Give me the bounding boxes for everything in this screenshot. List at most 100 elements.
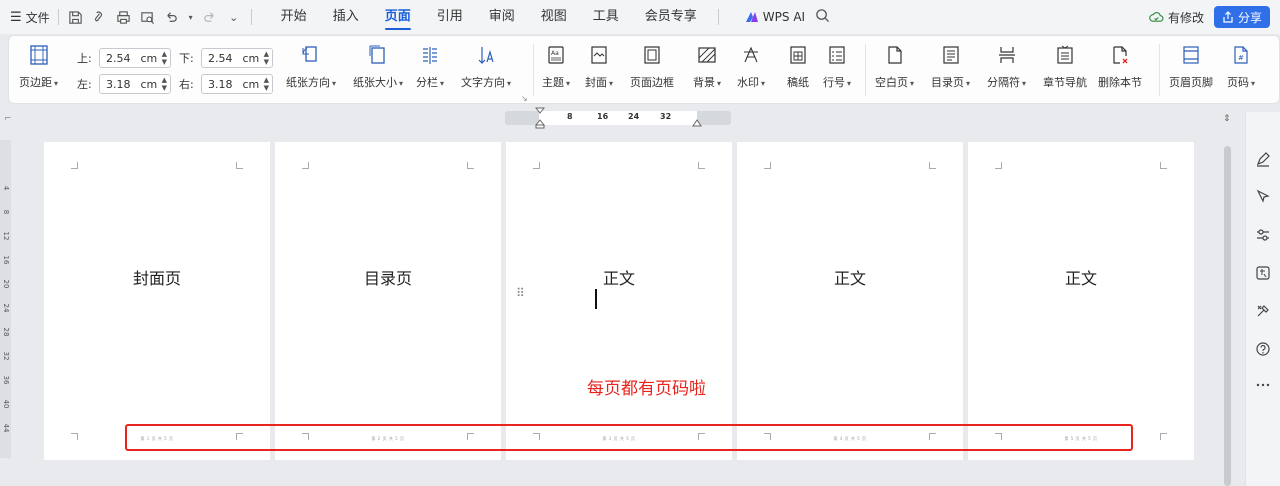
adjust-sliders-icon[interactable]: [1254, 226, 1272, 244]
line-number-button[interactable]: 行号 ▾: [823, 42, 851, 90]
margin-top-value: 2.54: [106, 51, 131, 65]
theme-icon: Aa: [543, 42, 569, 68]
delete-section-button[interactable]: 删除本节: [1098, 42, 1142, 90]
crop-mark: [995, 162, 1002, 169]
watermark-button[interactable]: 水印 ▾: [737, 42, 765, 90]
cover-icon: [586, 42, 612, 68]
tab-insert[interactable]: 插入: [320, 0, 372, 34]
vertical-ruler[interactable]: 4 8 12 16 20 24 28 32 36 40 44: [0, 140, 11, 458]
pen-icon[interactable]: [1254, 150, 1272, 168]
search-icon[interactable]: [815, 8, 830, 26]
page-border-button[interactable]: 页面边框: [630, 42, 674, 90]
margin-top-input[interactable]: 2.54 cm ▲ ▼: [99, 48, 171, 68]
tab-review[interactable]: 审阅: [476, 0, 528, 34]
page-number-label: 页码: [1227, 76, 1249, 89]
svg-text:#: #: [1238, 54, 1244, 62]
document-page[interactable]: 正文 第 3 页 共 5 页: [506, 142, 732, 460]
margin-top-stepper[interactable]: ▲ ▼: [162, 50, 167, 66]
document-page[interactable]: 目录页 第 2 页 共 5 页: [275, 142, 501, 460]
ribbon-toolbar: 页边距 ▾ 上: 2.54 cm ▲ ▼ 下: 2.54 cm ▲ ▼ 左: 3.18…: [8, 35, 1280, 104]
theme-button[interactable]: Aa 主题 ▾: [542, 42, 570, 90]
margin-right-stepper[interactable]: ▲ ▼: [264, 76, 269, 92]
paragraph-drag-handle-icon[interactable]: ⠿: [516, 287, 525, 299]
tab-tools[interactable]: 工具: [580, 0, 632, 34]
tools-icon[interactable]: [1254, 302, 1272, 320]
undo-icon[interactable]: [163, 8, 181, 26]
modified-status[interactable]: 有修改: [1149, 9, 1204, 26]
manuscript-label: 稿纸: [787, 76, 809, 89]
vruler-tick: 40: [2, 399, 10, 409]
orientation-button[interactable]: 纸张方向 ▾: [286, 42, 336, 90]
tab-member[interactable]: 会员专享: [632, 0, 710, 34]
divider: [57, 9, 59, 25]
crop-mark: [467, 162, 474, 169]
toc-page-label: 目录页: [931, 76, 964, 89]
tab-view[interactable]: 视图: [528, 0, 580, 34]
toc-page-button[interactable]: 目录页 ▾: [931, 42, 970, 90]
horizontal-ruler[interactable]: 8 16 24 32: [505, 107, 731, 129]
wps-ai-button[interactable]: WPS AI: [745, 10, 805, 24]
separator-button[interactable]: 分隔符 ▾: [987, 42, 1026, 90]
document-page[interactable]: 正文 第 5 页 共 5 页: [968, 142, 1194, 460]
margin-bottom-input[interactable]: 2.54 cm ▲ ▼: [201, 48, 273, 68]
tab-home[interactable]: 开始: [268, 0, 320, 34]
svg-text:Aa: Aa: [551, 50, 559, 57]
modified-label: 有修改: [1167, 10, 1204, 25]
document-page[interactable]: 正文 第 4 页 共 5 页: [737, 142, 963, 460]
vertical-scrollbar[interactable]: ⇕: [1222, 112, 1234, 486]
translate-icon[interactable]: [1254, 264, 1272, 282]
hamburger-icon: ☰: [10, 9, 22, 25]
page-number-button[interactable]: # 页码 ▾: [1227, 42, 1255, 90]
ruler-text-area: [539, 111, 697, 125]
ruler-indent-marker[interactable]: [535, 107, 545, 129]
margin-left-stepper[interactable]: ▲ ▼: [162, 76, 167, 92]
crop-mark: [698, 162, 705, 169]
help-icon[interactable]: [1254, 340, 1272, 358]
chapter-nav-icon: [1052, 42, 1078, 68]
scroll-split-icon[interactable]: ⇕: [1223, 114, 1231, 124]
margin-right-input[interactable]: 3.18 cm ▲ ▼: [201, 74, 273, 94]
tab-references[interactable]: 引用: [424, 0, 476, 34]
margin-left-input[interactable]: 3.18 cm ▲ ▼: [99, 74, 171, 94]
file-menu[interactable]: ☰ 文件: [0, 9, 50, 26]
margin-left-label: 左:: [77, 78, 92, 91]
separator-label: 分隔符: [987, 76, 1020, 89]
undo-dropdown-icon[interactable]: ▾: [187, 8, 195, 26]
line-number-label: 行号: [823, 76, 845, 89]
vruler-tick: 36: [2, 375, 10, 385]
text-direction-button[interactable]: 文字方向 ▾: [461, 42, 511, 90]
background-button[interactable]: 背景 ▾: [693, 42, 721, 90]
wps-ai-label: WPS AI: [762, 10, 806, 24]
ruler-tick: 24: [628, 112, 640, 121]
text-direction-icon: [473, 42, 499, 68]
divider: [865, 44, 866, 96]
menu-bar: ☰ 文件 ▾ ⌄ 开始 插入 页面 引用 审阅 视图 工具 会员专享 WPS A…: [0, 0, 1280, 34]
columns-button[interactable]: 分栏 ▾: [416, 42, 444, 90]
redo-icon[interactable]: [201, 8, 219, 26]
scrollbar-thumb[interactable]: [1224, 146, 1231, 486]
vruler-tick: 8: [2, 209, 10, 215]
margin-label: 页边距: [19, 76, 52, 89]
save-icon[interactable]: [67, 8, 85, 26]
manuscript-button[interactable]: 稿纸: [785, 42, 811, 90]
print-preview-icon[interactable]: [139, 8, 157, 26]
margin-bottom-stepper[interactable]: ▲ ▼: [264, 50, 269, 66]
tab-page[interactable]: 页面: [372, 0, 424, 34]
chevron-down-icon[interactable]: ⌄: [225, 8, 243, 26]
page-setup-dialog-launcher[interactable]: ↘: [521, 94, 528, 103]
document-page[interactable]: 封面页 第 1 页 共 5 页: [44, 142, 270, 460]
blank-page-button[interactable]: 空白页 ▾: [875, 42, 914, 90]
share-button[interactable]: 分享: [1213, 6, 1270, 28]
print-icon[interactable]: [115, 8, 133, 26]
cover-button[interactable]: 封面 ▾: [585, 42, 613, 90]
ruler-right-indent-marker[interactable]: [692, 117, 702, 127]
more-icon[interactable]: [1254, 376, 1272, 394]
select-cursor-icon[interactable]: [1254, 188, 1272, 206]
page-title: 正文: [833, 269, 866, 288]
chapter-nav-button[interactable]: 章节导航: [1043, 42, 1087, 90]
divider: [1159, 44, 1160, 96]
export-pdf-icon[interactable]: [91, 8, 109, 26]
margin-button[interactable]: 页边距 ▾: [19, 42, 58, 90]
header-footer-button[interactable]: 页眉页脚: [1169, 42, 1213, 90]
paper-size-button[interactable]: 纸张大小 ▾: [353, 42, 403, 90]
